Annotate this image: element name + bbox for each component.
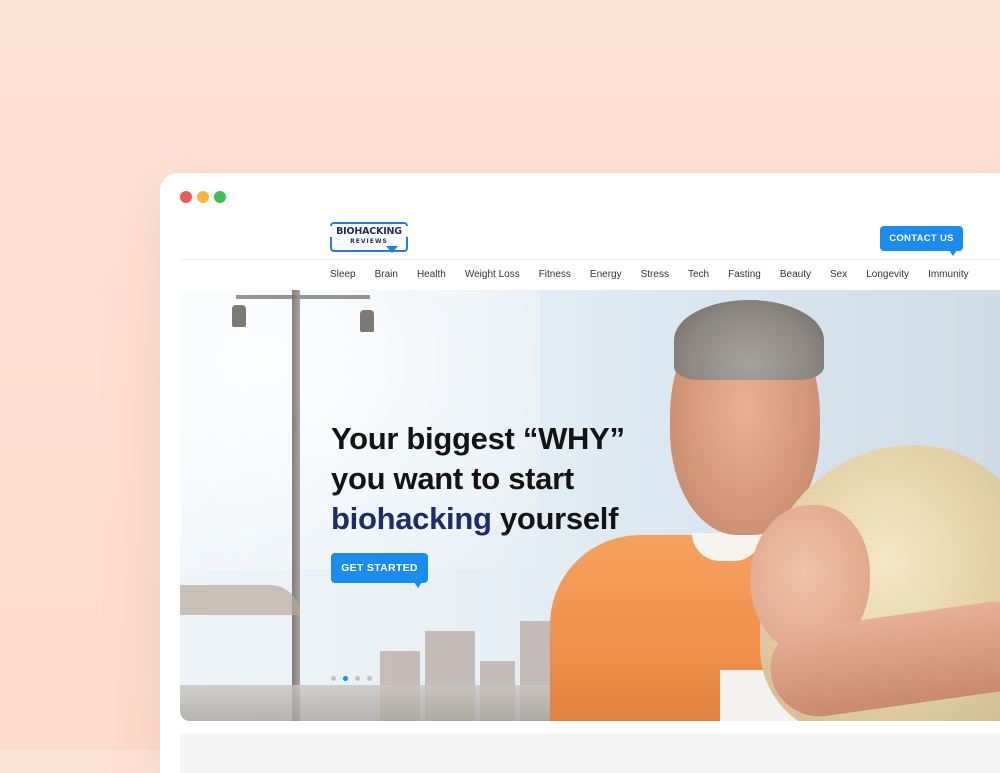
logo-wordmark: BIOHACKING bbox=[330, 226, 408, 237]
nav-item-tech[interactable]: Tech bbox=[688, 269, 709, 280]
hero-slider: Your biggest “WHY” you want to start bio… bbox=[180, 290, 1000, 721]
bridge-background bbox=[180, 585, 300, 615]
nav-item-health[interactable]: Health bbox=[417, 269, 446, 280]
street-lamp-arm bbox=[236, 295, 370, 299]
headline-line-2: you want to start bbox=[331, 461, 574, 496]
minimize-window-button[interactable] bbox=[197, 191, 209, 203]
content-area bbox=[180, 733, 1000, 773]
logo-speech-tail bbox=[386, 246, 398, 253]
nav-item-immunity[interactable]: Immunity bbox=[928, 269, 969, 280]
button-speech-tail bbox=[414, 582, 422, 588]
slider-pagination bbox=[331, 676, 372, 681]
headline-line-3: yourself bbox=[491, 501, 619, 536]
nav-item-beauty[interactable]: Beauty bbox=[780, 269, 811, 280]
street-lamp bbox=[360, 310, 374, 332]
header-divider bbox=[180, 259, 1000, 260]
lamp-post bbox=[292, 290, 300, 721]
nav-item-sleep[interactable]: Sleep bbox=[330, 269, 356, 280]
man-hair bbox=[674, 300, 824, 380]
headline-line-1: Your biggest “WHY” bbox=[331, 421, 625, 456]
slide-dot-1[interactable] bbox=[331, 676, 336, 681]
slide-dot-2[interactable] bbox=[343, 676, 348, 681]
nav-item-stress[interactable]: Stress bbox=[641, 269, 669, 280]
nav-item-sex[interactable]: Sex bbox=[830, 269, 847, 280]
get-started-label: GET STARTED bbox=[341, 562, 418, 574]
hero-headline: Your biggest “WHY” you want to start bio… bbox=[331, 419, 661, 539]
nav-item-fitness[interactable]: Fitness bbox=[539, 269, 571, 280]
nav-item-brain[interactable]: Brain bbox=[375, 269, 398, 280]
nav-item-longevity[interactable]: Longevity bbox=[866, 269, 909, 280]
street-lamp bbox=[232, 305, 246, 327]
contact-us-button[interactable]: CONTACT US bbox=[880, 226, 963, 256]
get-started-button[interactable]: GET STARTED bbox=[331, 553, 428, 588]
maximize-window-button[interactable] bbox=[214, 191, 226, 203]
nav-item-fasting[interactable]: Fasting bbox=[728, 269, 761, 280]
headline-accent: biohacking bbox=[331, 501, 492, 536]
category-nav: Sleep Brain Health Weight Loss Fitness E… bbox=[330, 269, 969, 280]
window-controls bbox=[180, 191, 226, 203]
button-speech-tail bbox=[949, 250, 957, 256]
slide-dot-3[interactable] bbox=[355, 676, 360, 681]
nav-item-energy[interactable]: Energy bbox=[590, 269, 622, 280]
close-window-button[interactable] bbox=[180, 191, 192, 203]
logo-subtitle: REVIEWS bbox=[350, 238, 388, 245]
browser-window: BIOHACKING REVIEWS CONTACT US Sleep Brai… bbox=[160, 173, 1000, 773]
slide-dot-4[interactable] bbox=[367, 676, 372, 681]
nav-item-weight-loss[interactable]: Weight Loss bbox=[465, 269, 520, 280]
site-logo[interactable]: BIOHACKING REVIEWS bbox=[330, 222, 408, 258]
contact-us-label: CONTACT US bbox=[889, 233, 954, 244]
